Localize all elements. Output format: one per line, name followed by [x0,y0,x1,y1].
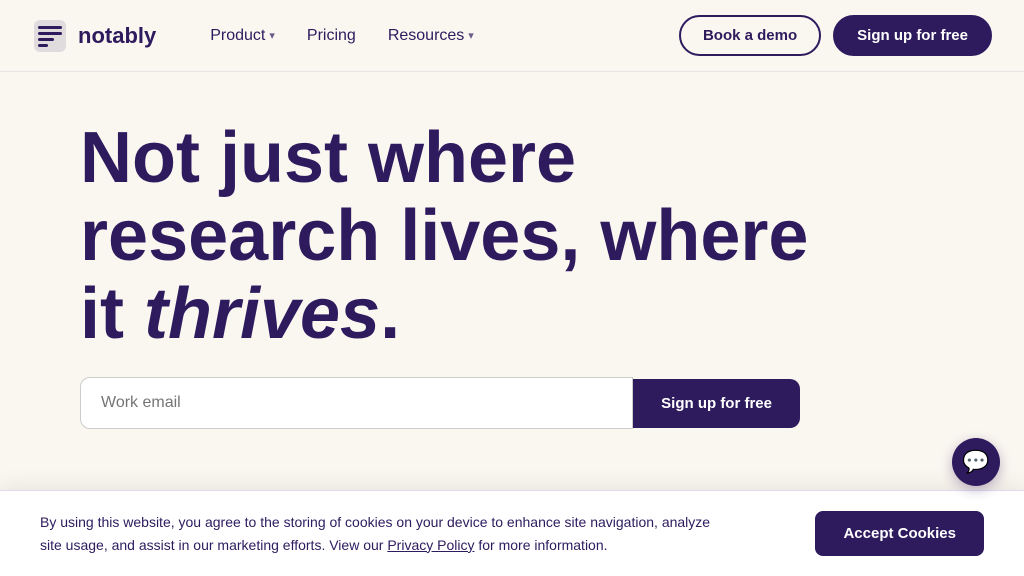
accept-cookies-button[interactable]: Accept Cookies [815,511,984,556]
logo-text: notably [78,23,156,49]
nav-item-resources[interactable]: Resources ▾ [374,19,488,53]
logo-icon [32,18,68,54]
chevron-down-icon: ▾ [269,29,275,42]
signup-button[interactable]: Sign up for free [833,15,992,56]
email-signup-row: Sign up for free [80,377,800,429]
chat-icon: 💬 [962,449,989,475]
nav-actions: Book a demo Sign up for free [679,15,992,56]
hero-signup-button[interactable]: Sign up for free [633,379,800,428]
email-input[interactable] [80,377,633,429]
cookie-text: By using this website, you agree to the … [40,511,720,556]
cookie-banner: By using this website, you agree to the … [0,490,1024,576]
chat-button[interactable]: 💬 [952,438,1000,486]
nav-item-product[interactable]: Product ▾ [196,19,289,53]
chevron-down-icon: ▾ [468,29,474,42]
navbar: notably Product ▾ Pricing Resources ▾ Bo… [0,0,1024,72]
book-demo-button[interactable]: Book a demo [679,15,821,56]
hero-heading: Not just where research lives, where it … [80,120,940,353]
logo[interactable]: notably [32,18,156,54]
hero-section: Not just where research lives, where it … [0,72,1024,429]
privacy-policy-link[interactable]: Privacy Policy [387,537,474,553]
nav-links: Product ▾ Pricing Resources ▾ [196,19,679,53]
nav-item-pricing[interactable]: Pricing [293,19,370,53]
